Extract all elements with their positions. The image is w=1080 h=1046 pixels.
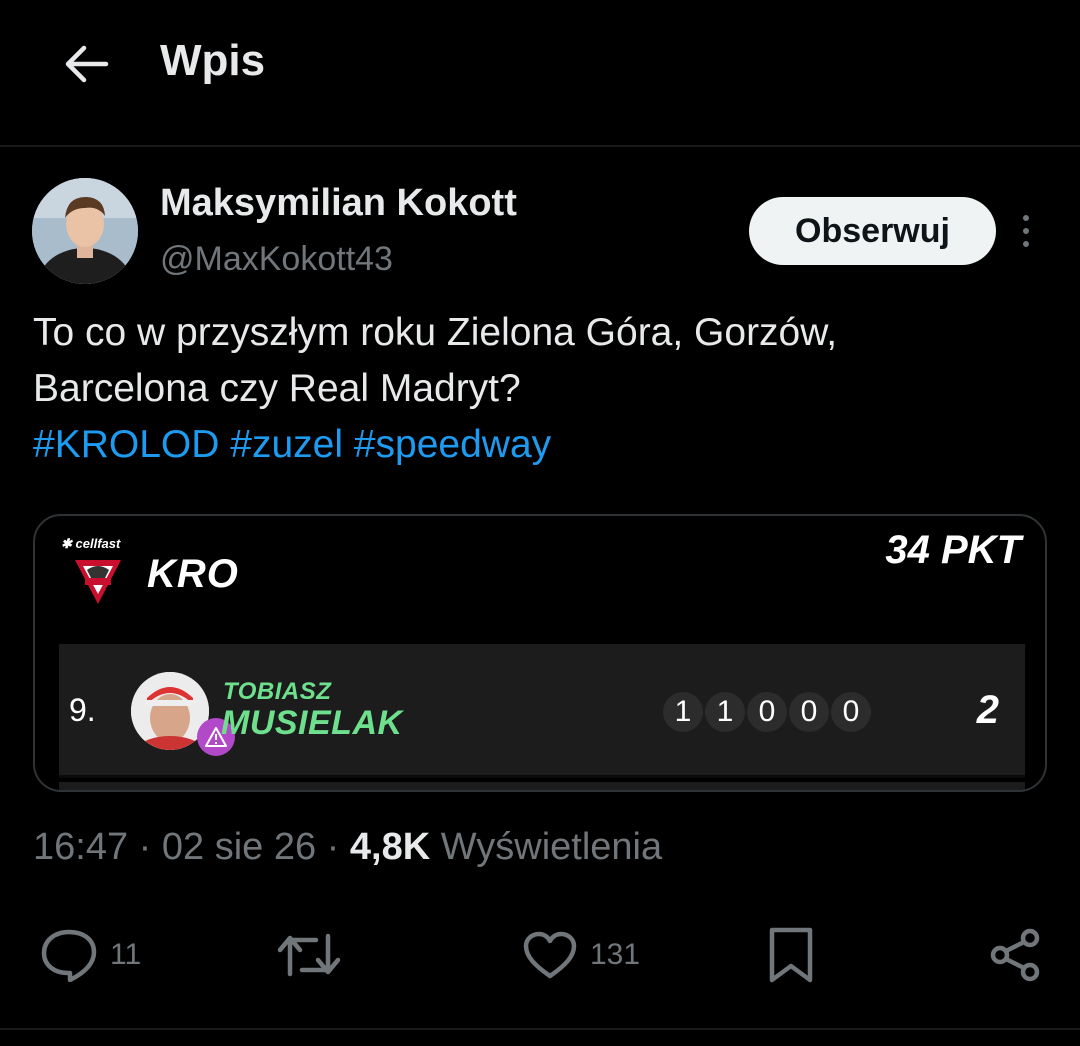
action-bar: 11 131 [0, 915, 1080, 995]
reply-button[interactable]: 11 [40, 915, 141, 995]
club-logo-icon [71, 554, 125, 606]
sponsor-logo: ✱ cellfast [61, 536, 121, 551]
heat-score: 1 [705, 692, 745, 732]
page-title: Wpis [160, 36, 266, 85]
top-bar: Wpis [0, 0, 1080, 130]
tweet-text-line: Barcelona czy Real Madryt? [33, 367, 521, 410]
bottom-divider [0, 1028, 1080, 1030]
heat-score: 0 [789, 692, 829, 732]
share-button[interactable] [988, 915, 1044, 995]
more-dot-icon [1023, 228, 1029, 234]
avatar-photo [32, 178, 138, 284]
more-dot-icon [1023, 241, 1029, 247]
author-name[interactable]: Maksymilian Kokott [160, 182, 517, 225]
like-button[interactable]: 131 [522, 915, 640, 995]
separator-dot: · [326, 826, 340, 868]
tweet-time[interactable]: 16:47 [33, 826, 128, 868]
more-options-button[interactable] [1008, 206, 1044, 256]
hashtag-link[interactable]: #zuzel [230, 423, 343, 466]
media-image[interactable]: ✱ cellfast KRO 34 PKT 9. TOBIASZ MUSIELA… [33, 514, 1047, 792]
rider-last-name: MUSIELAK [221, 704, 403, 742]
like-count: 131 [590, 938, 641, 971]
team-points: 34 PKT [885, 528, 1021, 572]
views-label: Wyświetlenia [440, 826, 663, 868]
header-divider [0, 145, 1080, 147]
heat-results: 1 1 0 0 0 [663, 692, 871, 732]
tweet-meta: 16:47 · 02 sie 26 · 4,8K Wyświetlenia [33, 826, 662, 869]
heat-score: 0 [747, 692, 787, 732]
reply-count: 11 [110, 938, 142, 971]
heat-score: 1 [663, 692, 703, 732]
author-avatar[interactable] [32, 178, 138, 284]
rider-position: 9. [69, 692, 96, 728]
tweet-text-line: To co w przyszłym roku Zielona Góra, Gor… [33, 311, 838, 354]
hashtags-line: #KROLOD #zuzel #speedway [33, 417, 1053, 473]
rider-total: 2 [976, 688, 999, 732]
views-count: 4,8K [349, 826, 431, 868]
arrow-left-icon [65, 45, 109, 83]
hashtag-link[interactable]: #speedway [354, 423, 551, 466]
separator-dot: · [138, 826, 152, 868]
bookmark-button[interactable] [768, 915, 814, 995]
bookmark-icon [769, 927, 813, 983]
tweet-date[interactable]: 02 sie 26 [162, 826, 316, 868]
repost-icon [277, 933, 341, 977]
share-icon [990, 928, 1040, 982]
rider-row: 9. TOBIASZ MUSIELAK 1 1 0 0 0 2 [59, 644, 1025, 778]
follow-button[interactable]: Obserwuj [749, 197, 996, 265]
repost-button[interactable] [276, 915, 342, 995]
author-handle[interactable]: @MaxKokott43 [160, 240, 393, 279]
reply-icon [41, 929, 97, 982]
sponsor-name: cellfast [75, 536, 121, 551]
team-code: KRO [147, 552, 239, 596]
tweet-text: To co w przyszłym roku Zielona Góra, Gor… [33, 305, 1053, 473]
hashtag-link[interactable]: #KROLOD [33, 423, 219, 466]
back-button[interactable] [58, 40, 114, 88]
heat-score: 0 [831, 692, 871, 732]
more-dot-icon [1023, 215, 1029, 221]
next-rider-row [59, 782, 1025, 790]
heart-icon [523, 931, 577, 979]
rider-first-name: TOBIASZ [223, 678, 332, 705]
